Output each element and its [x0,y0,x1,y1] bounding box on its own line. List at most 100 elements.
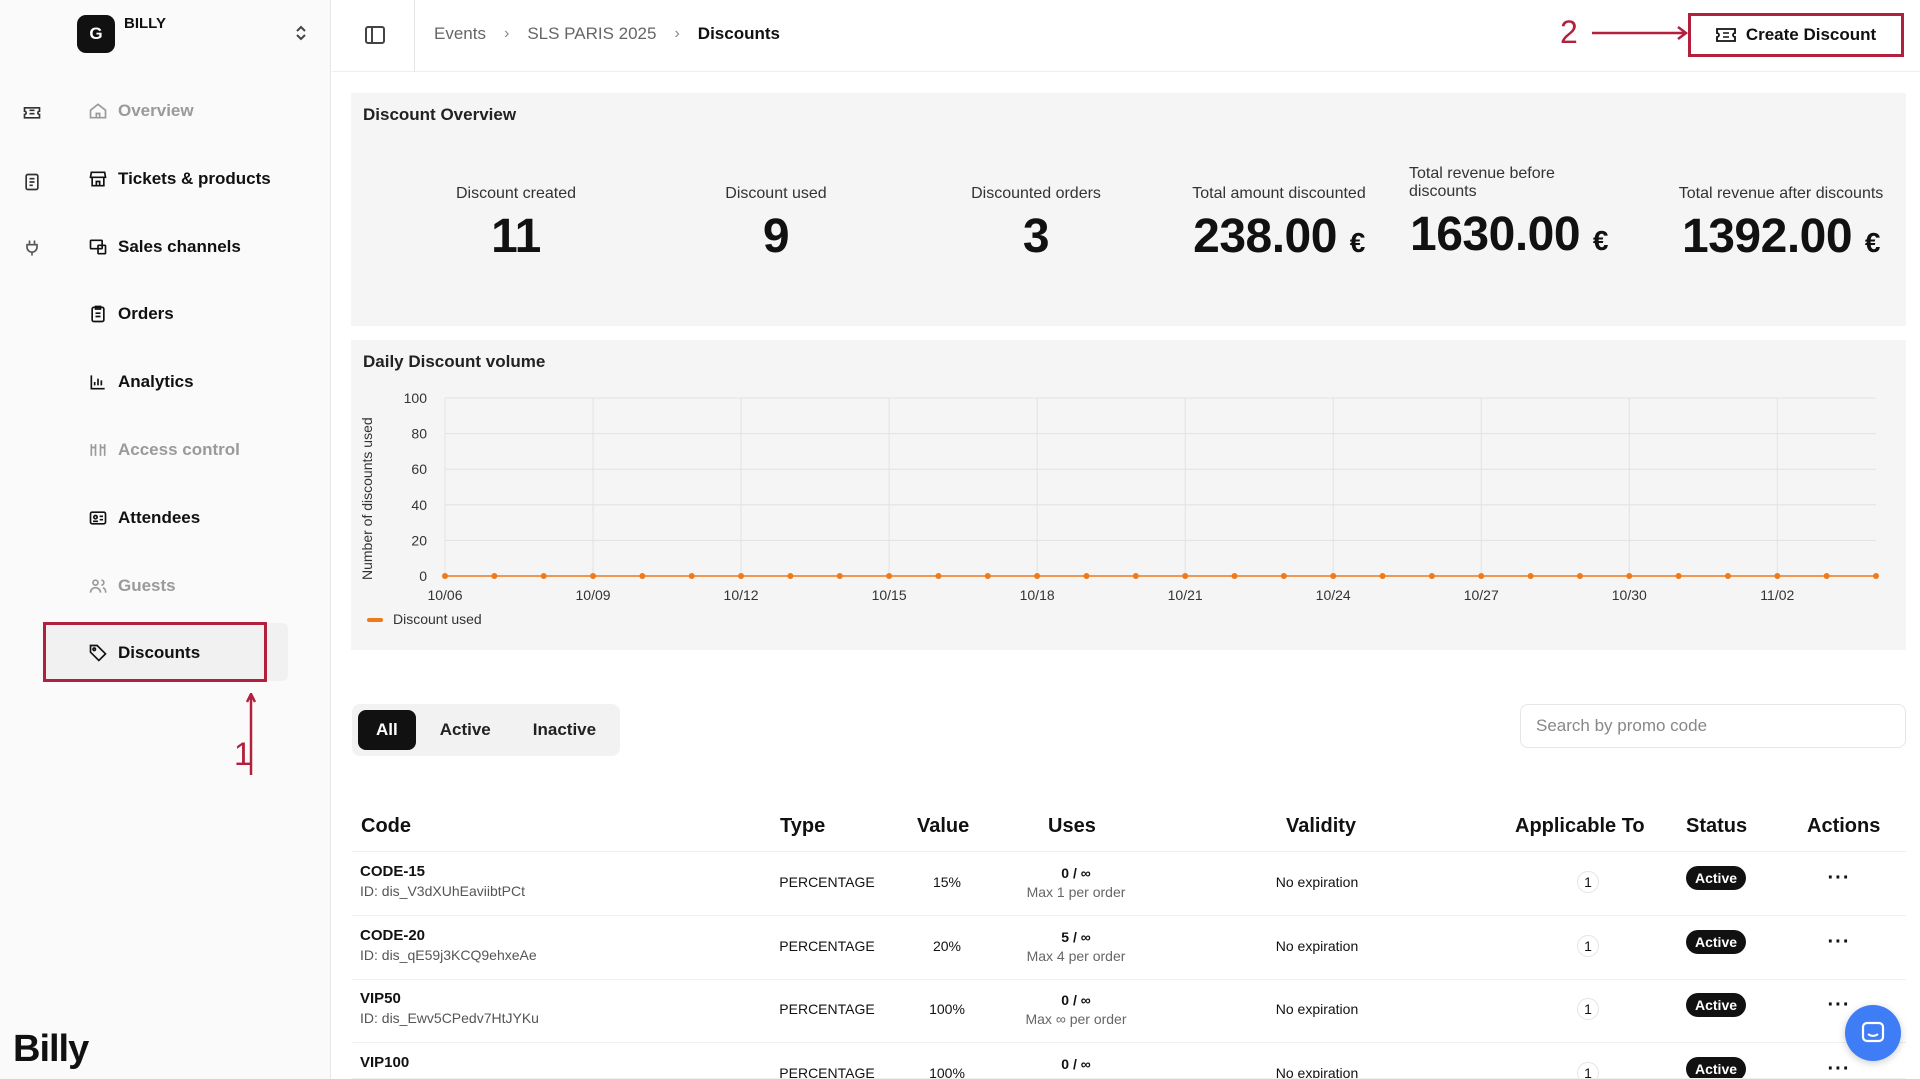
x-tick-label: 10/15 [872,587,907,603]
sidebar-item-overview[interactable]: Overview [88,96,194,126]
daily-discount-chart: 0 20 40 60 80 100 10/06 10/09 10/12 10/15 10/18 10/… [367,390,1879,627]
chat-launcher-button[interactable] [1845,1005,1901,1061]
breadcrumb-event[interactable]: SLS PARIS 2025 [527,24,656,44]
sidebar-item-label: Tickets & products [118,169,271,188]
data-point [1083,573,1090,579]
discount-value: 100% [929,1065,965,1079]
sidebar-item-attendees[interactable]: Attendees [88,503,200,533]
home-icon [89,103,107,119]
row-actions-menu-icon[interactable]: ··· [1824,1058,1854,1078]
stat-value: 1392.00 € [1682,210,1880,263]
plug-icon[interactable] [20,236,44,260]
data-point [1182,573,1189,579]
stat-value: 1630.00 € [1410,208,1608,261]
tab-active[interactable]: Active [422,710,509,750]
sidebar-item-label: Analytics [118,372,194,391]
discount-validity: No expiration [1275,1001,1359,1017]
topbar-divider [414,0,415,72]
sidebar-item-orders[interactable]: Orders [88,299,174,329]
stat-discount-used: Discount used 9 [656,185,896,264]
overview-title: Discount Overview [363,105,517,124]
chevron-up-down-icon[interactable] [294,24,308,42]
receipt-icon[interactable] [20,170,44,194]
sidebar-item-label: Guests [118,576,176,595]
clipboard-icon [91,305,105,323]
sidebar-item-label: Sales channels [118,237,241,256]
tab-inactive[interactable]: Inactive [515,710,614,750]
discount-value: 15% [932,874,962,890]
sidebar-item-analytics[interactable]: Analytics [88,367,194,397]
chevron-right-icon: › [674,25,680,42]
data-point [491,573,498,579]
bar-chart-icon [90,375,105,390]
table-row[interactable]: VIP100 PERCENTAGE 100% 0 / ∞ No expirati… [352,1044,1906,1079]
discount-validity: No expiration [1275,1065,1359,1079]
table-header: Code Type Value Uses Validity Applicable… [352,812,1906,852]
brand-logo: Billy [13,1028,89,1070]
sidebar-item-label: Overview [118,101,194,120]
sidebar-item-sales-channels[interactable]: Sales channels [88,232,241,262]
org-avatar[interactable]: G [77,15,115,53]
discount-id: ID: dis_qE59j3KCQ9ehxeAe [360,947,537,963]
row-actions-menu-icon[interactable]: ··· [1824,931,1854,954]
x-tick-label: 10/12 [724,587,759,603]
applicable-count: 1 [1576,998,1600,1020]
x-tick-label: 10/21 [1168,587,1203,603]
status-badge: Active [1686,930,1747,954]
table-row[interactable]: CODE-15 ID: dis_V3dXUhEaviibtPCt PERCENT… [352,853,1906,916]
data-point [1576,573,1583,579]
data-point [787,573,794,579]
create-discount-button[interactable]: Create Discount [1688,13,1904,57]
channels-icon [89,239,107,255]
ticket-icon [1715,28,1736,42]
x-tick-label: 10/24 [1316,587,1351,603]
promo-code-search-input[interactable] [1520,704,1906,748]
stat-revenue-before: Total revenue before discounts 1630.00 € [1409,165,1609,262]
stat-label: Discounted orders [971,185,1101,202]
app-rail [0,0,64,1079]
row-actions-menu-icon[interactable]: ··· [1824,994,1854,1017]
sidebar-item-access-control[interactable]: Access control [88,435,240,465]
breadcrumb-events[interactable]: Events [434,24,486,44]
id-card-icon [89,511,107,525]
table-row[interactable]: VIP50 ID: dis_Ewv5CPedv7HtJYKu PERCENTAG… [352,980,1906,1043]
sidebar-item-guests[interactable]: Guests [88,571,176,601]
stat-label: Total amount discounted [1192,185,1366,202]
data-point [688,573,695,579]
data-point [1724,573,1731,579]
tab-all[interactable]: All [358,710,416,750]
legend-swatch [367,618,383,622]
create-discount-label: Create Discount [1745,25,1877,44]
discount-value: 20% [932,938,962,954]
stat-revenue-after: Total revenue after discounts 1392.00 € [1661,185,1901,264]
table-row[interactable]: CODE-20 ID: dis_qE59j3KCQ9ehxeAe PERCENT… [352,917,1906,980]
discount-code: CODE-15 [360,863,426,880]
org-name[interactable]: BILLY [124,15,166,32]
x-tick-label: 10/30 [1612,587,1647,603]
store-icon [89,171,107,187]
column-header-uses: Uses [1048,815,1096,837]
x-tick-label: 11/02 [1760,587,1794,603]
discount-uses: 5 / ∞ [1061,929,1091,945]
stat-label: Total revenue after discounts [1678,185,1884,202]
column-header-applicable-to: Applicable To [1515,815,1645,837]
discount-max-per-order: Max 1 per order [1026,884,1126,900]
y-tick-label: 80 [411,426,427,442]
discount-code: CODE-20 [360,927,426,944]
ticket-icon[interactable] [20,100,44,124]
sidebar: G BILLY Overview Tickets & products Sale… [13,0,331,1079]
data-point [1626,573,1633,579]
discount-value: 100% [929,1001,965,1017]
data-point [1379,573,1386,579]
discount-type: PERCENTAGE [779,1065,875,1079]
daily-discount-chart-panel: Daily Discount volume Number of discount… [351,340,1906,650]
discount-id: ID: dis_Ewv5CPedv7HtJYKu [360,1010,539,1026]
stat-label: Total revenue before discounts [1409,165,1555,200]
data-point [639,573,646,579]
annotation-step-2: 2 [1560,14,1578,50]
sidebar-toggle-icon[interactable] [364,24,386,46]
topbar: Events › SLS PARIS 2025 › Discounts 2 Cr… [332,0,1920,72]
stat-label: Discount used [725,185,827,202]
row-actions-menu-icon[interactable]: ··· [1824,867,1854,890]
sidebar-item-tickets-products[interactable]: Tickets & products [88,164,271,194]
